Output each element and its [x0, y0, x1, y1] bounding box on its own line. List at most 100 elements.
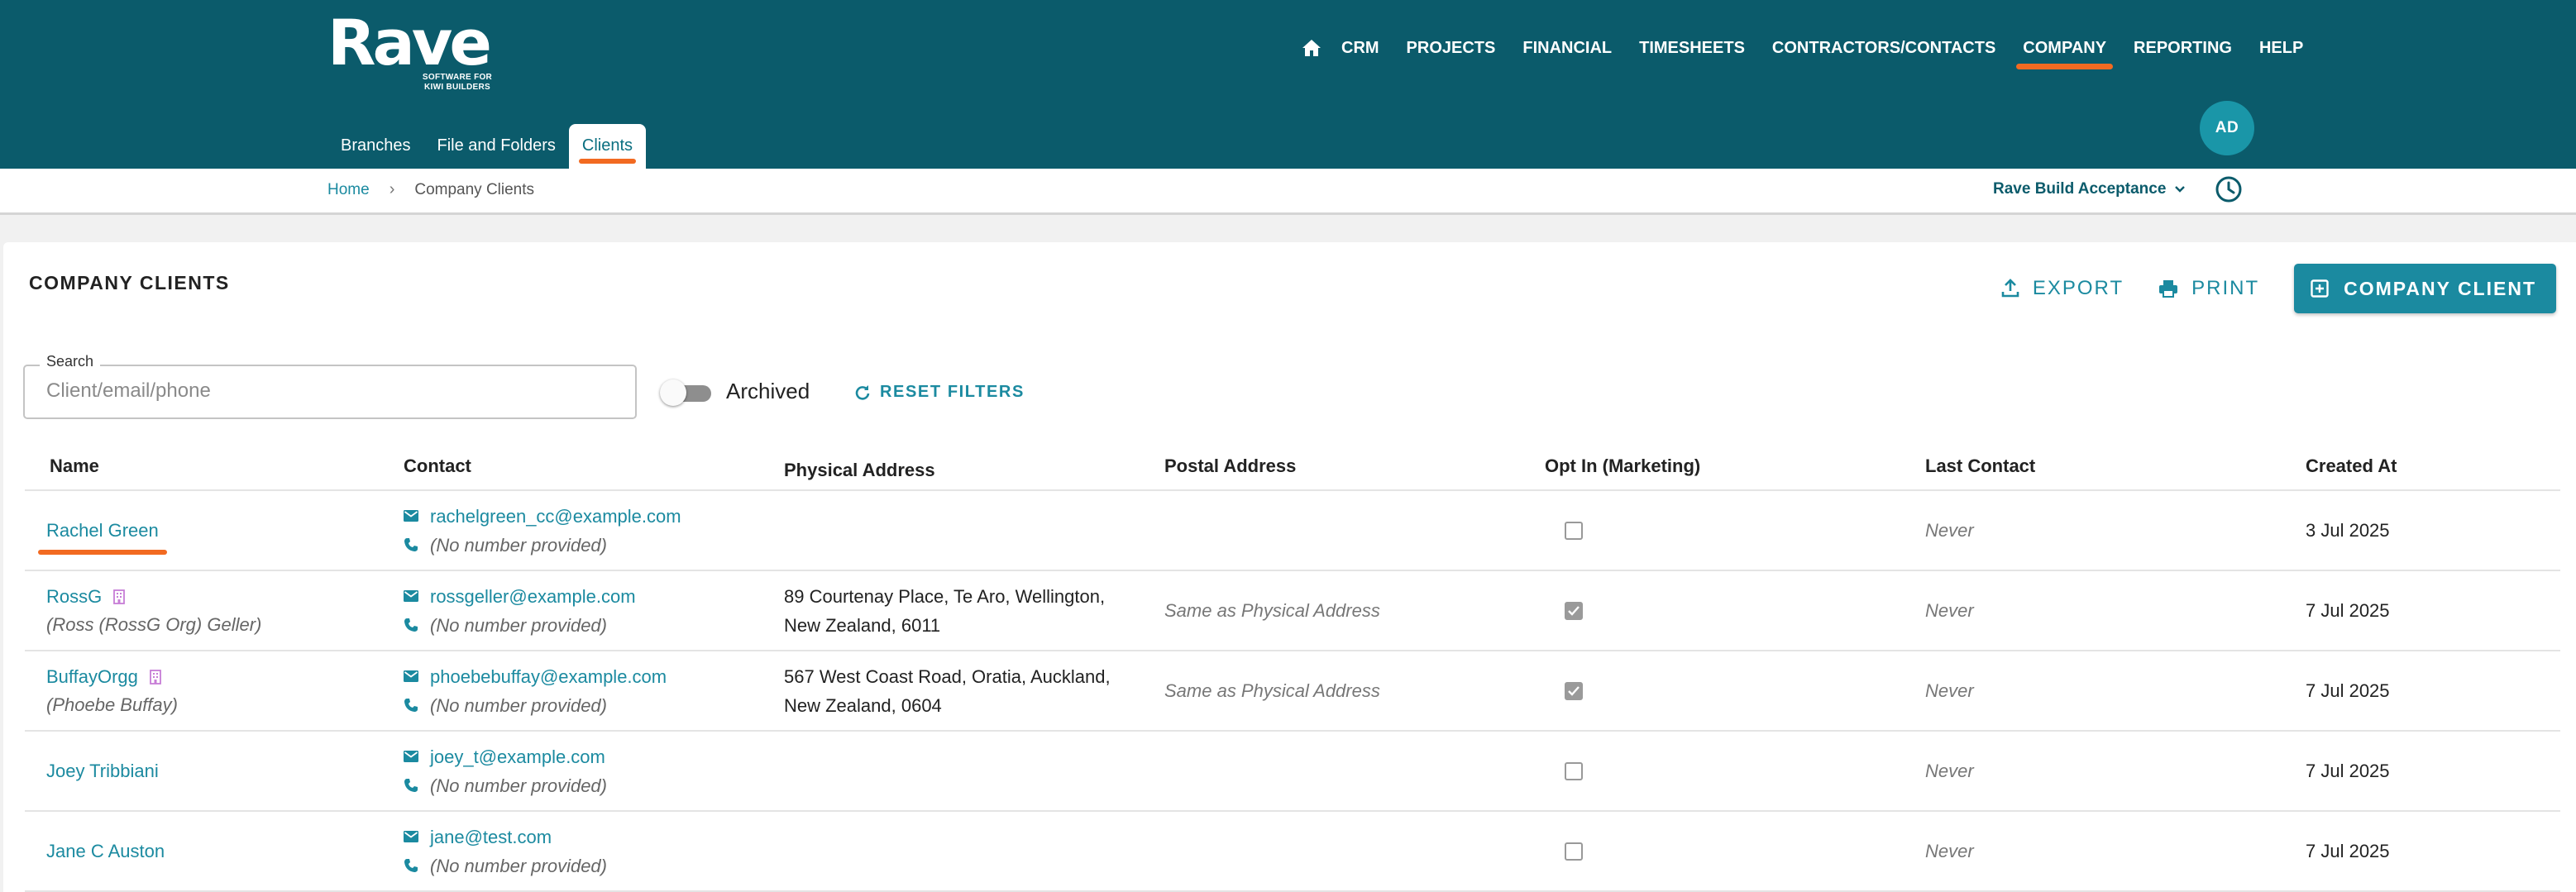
print-label: PRINT [2191, 277, 2260, 299]
last-contact-cell: Never [1925, 571, 1974, 650]
table-row[interactable]: Jane C Auston jane@test.com (No number p… [25, 812, 2560, 892]
nav-item-contractors-contacts[interactable]: CONTRACTORS/CONTACTS [1772, 33, 1995, 63]
upload-icon [2001, 279, 2019, 298]
sub-tabs: Branches File and Folders Clients [327, 124, 647, 169]
phone-value: (No number provided) [430, 614, 607, 636]
contact-cell: joey_t@example.com (No number provided) [404, 732, 607, 810]
opt-in-checkbox[interactable] [1565, 681, 1583, 700]
email-icon [404, 751, 418, 762]
toggle-thumb [660, 379, 686, 406]
created-at-cell: 7 Jul 2025 [2306, 812, 2390, 890]
contact-cell: jane@test.com (No number provided) [404, 812, 607, 890]
column-header-contact[interactable]: Contact [404, 456, 471, 477]
email-line: jane@test.com [404, 823, 607, 851]
tab-clients[interactable]: Clients [568, 124, 647, 169]
breadcrumb-current: Company Clients [414, 180, 535, 198]
rave-logo[interactable]: Rave SOFTWARE FOR KIWI BUILDERS [327, 6, 492, 93]
print-button[interactable]: PRINT [2158, 277, 2259, 300]
phone-icon [404, 699, 418, 712]
created-at-cell: 7 Jul 2025 [2306, 651, 2390, 730]
last-contact-cell: Never [1925, 651, 1974, 730]
client-name-text: RossG [46, 585, 103, 607]
tab-branches[interactable]: Branches [327, 124, 424, 169]
email-line: phoebebuffay@example.com [404, 662, 667, 691]
email-icon [404, 670, 418, 682]
name-cell: Joey Tribbiani [46, 732, 159, 810]
table-row[interactable]: Rachel Green rachelgreen_cc@example.com … [25, 491, 2560, 571]
column-header-name[interactable]: Name [50, 456, 99, 477]
opt-in-checkbox[interactable] [1565, 842, 1583, 861]
nav-item-timesheets[interactable]: TIMESHEETS [1639, 33, 1745, 63]
clients-table: Name Contact Physical Address Postal Add… [25, 437, 2560, 892]
client-name-link[interactable]: Jane C Auston [46, 837, 165, 866]
nav-item-company[interactable]: COMPANY [2016, 33, 2113, 69]
email-line: rossgeller@example.com [404, 582, 636, 611]
column-header-created-at[interactable]: Created At [2306, 456, 2397, 477]
breadcrumb-home-link[interactable]: Home [327, 181, 370, 199]
opt-in-cell [1545, 491, 1583, 570]
company-clients-card: COMPANY CLIENTS EXPORT PRINT COMPANY CLI… [3, 242, 2576, 892]
client-name-link[interactable]: Rachel Green [38, 517, 167, 555]
email-link[interactable]: joey_t@example.com [430, 742, 605, 771]
logo-wordmark: Rave [327, 6, 492, 79]
add-company-client-button[interactable]: COMPANY CLIENT [2294, 264, 2556, 313]
address-line-2: New Zealand, 0604 [784, 694, 942, 716]
phone-value: (No number provided) [430, 855, 607, 876]
column-header-physical-address[interactable]: Physical Address [784, 456, 935, 484]
name-cell: BuffayOrgg (Phoebe Buffay) [46, 651, 178, 730]
created-at-value: 7 Jul 2025 [2306, 680, 2390, 701]
top-header: Rave SOFTWARE FOR KIWI BUILDERS CRM PROJ… [0, 0, 2576, 169]
column-header-postal-address[interactable]: Postal Address [1164, 456, 1296, 477]
email-link[interactable]: jane@test.com [430, 823, 552, 851]
last-contact-value: Never [1925, 519, 1974, 541]
nav-item-projects[interactable]: PROJECTS [1407, 33, 1496, 63]
opt-in-checkbox[interactable] [1565, 761, 1583, 780]
created-at-cell: 3 Jul 2025 [2306, 491, 2390, 570]
nav-item-reporting[interactable]: REPORTING [2134, 33, 2232, 63]
phone-line: (No number provided) [404, 611, 636, 640]
client-contact-person: (Ross (RossG Org) Geller) [46, 613, 262, 635]
company-selector[interactable]: Rave Build Acceptance [1993, 180, 2186, 198]
nav-item-help[interactable]: HELP [2259, 33, 2303, 63]
reset-filters-button[interactable]: RESET FILTERS [855, 383, 1025, 402]
column-header-opt-in[interactable]: Opt In (Marketing) [1545, 456, 1700, 477]
nav-item-crm[interactable]: CRM [1341, 33, 1379, 63]
table-row[interactable]: BuffayOrgg (Phoebe Buffay) phoebebuffay@… [25, 651, 2560, 732]
archived-label: Archived [726, 379, 810, 403]
email-icon [404, 831, 418, 842]
email-link[interactable]: phoebebuffay@example.com [430, 662, 667, 691]
reset-filters-label: RESET FILTERS [880, 383, 1025, 401]
physical-address-cell: 567 West Coast Road, Oratia, Auckland, N… [784, 651, 1111, 730]
export-button[interactable]: EXPORT [2001, 277, 2124, 300]
history-clock-icon[interactable] [2215, 175, 2243, 203]
contact-cell: rachelgreen_cc@example.com (No number pr… [404, 491, 681, 570]
search-field: Search [23, 353, 637, 419]
client-name-link[interactable]: BuffayOrgg [46, 663, 178, 691]
client-name-link[interactable]: Joey Tribbiani [46, 757, 159, 785]
user-avatar[interactable]: AD [2200, 101, 2254, 155]
address-line-1: 89 Courtenay Place, Te Aro, Wellington, [784, 585, 1106, 607]
opt-in-cell [1545, 651, 1583, 730]
opt-in-checkbox[interactable] [1565, 521, 1583, 540]
archived-toggle[interactable] [660, 378, 713, 406]
phone-line: (No number provided) [404, 851, 607, 880]
last-contact-value: Never [1925, 760, 1974, 781]
breadcrumb-bar: Home › Company Clients Rave Build Accept… [0, 169, 2576, 215]
tab-file-and-folders[interactable]: File and Folders [424, 124, 569, 169]
email-line: rachelgreen_cc@example.com [404, 502, 681, 531]
nav-item-financial[interactable]: FINANCIAL [1522, 33, 1612, 63]
email-link[interactable]: rachelgreen_cc@example.com [430, 502, 681, 531]
opt-in-checkbox[interactable] [1565, 601, 1583, 620]
table-row[interactable]: Joey Tribbiani joey_t@example.com (No nu… [25, 732, 2560, 812]
search-input[interactable] [46, 379, 617, 403]
email-link[interactable]: rossgeller@example.com [430, 582, 636, 611]
home-icon[interactable] [1300, 33, 1323, 63]
phone-value: (No number provided) [430, 534, 607, 556]
client-name-link[interactable]: RossG [46, 583, 261, 611]
address-line-1: 567 West Coast Road, Oratia, Auckland, [784, 665, 1111, 687]
column-header-last-contact[interactable]: Last Contact [1925, 456, 2035, 477]
phone-icon [404, 618, 418, 632]
last-contact-value: Never [1925, 680, 1974, 701]
phone-line: (No number provided) [404, 771, 607, 800]
table-row[interactable]: RossG (Ross (RossG Org) Geller) rossgell… [25, 571, 2560, 651]
